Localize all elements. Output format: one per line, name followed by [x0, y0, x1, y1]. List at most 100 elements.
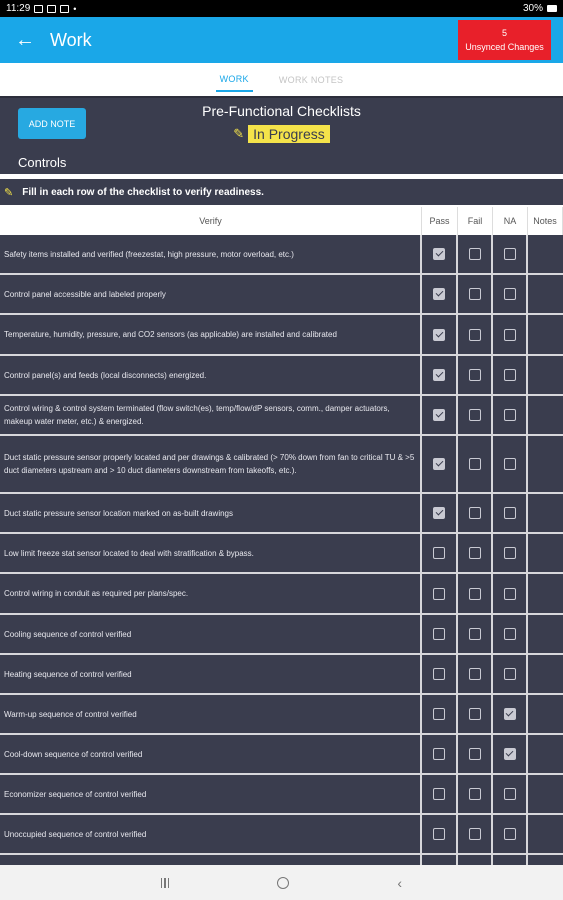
verify-item-text: Control panel accessible and labeled pro…	[0, 275, 422, 315]
recents-icon[interactable]	[160, 877, 170, 888]
notes-cell[interactable]	[528, 534, 563, 574]
notes-cell[interactable]	[528, 494, 563, 534]
na-checkbox[interactable]	[503, 587, 516, 600]
tab-bar: WORK WORK NOTES	[0, 63, 563, 96]
pass-checkbox[interactable]	[433, 288, 445, 300]
pass-checkbox[interactable]	[433, 409, 445, 421]
na-cell	[493, 494, 528, 534]
more-notifications-icon: •	[73, 3, 77, 14]
na-cell	[493, 815, 528, 855]
na-checkbox[interactable]	[503, 748, 516, 760]
home-icon[interactable]	[277, 876, 290, 889]
fail-checkbox[interactable]	[468, 369, 481, 381]
fail-checkbox[interactable]	[468, 788, 481, 800]
notes-cell[interactable]	[528, 775, 563, 815]
notes-cell[interactable]	[528, 815, 563, 855]
pass-checkbox[interactable]	[433, 708, 445, 720]
pass-checkbox[interactable]	[433, 507, 445, 519]
fail-checkbox[interactable]	[468, 587, 481, 600]
notes-cell[interactable]	[528, 235, 563, 275]
pass-cell	[422, 775, 458, 815]
na-cell	[493, 855, 528, 865]
pass-checkbox[interactable]	[433, 248, 445, 260]
pass-checkbox[interactable]	[433, 628, 445, 640]
pass-checkbox[interactable]	[433, 788, 445, 800]
notes-cell[interactable]	[528, 735, 563, 775]
back-arrow-icon[interactable]: ←	[0, 17, 50, 63]
pass-checkbox[interactable]	[433, 748, 445, 760]
pass-checkbox[interactable]	[433, 458, 445, 470]
na-checkbox[interactable]	[503, 628, 516, 640]
notification-icon	[47, 4, 57, 13]
battery-text: 30%	[522, 3, 543, 14]
na-checkbox[interactable]	[503, 507, 516, 519]
pass-checkbox[interactable]	[433, 369, 445, 381]
fail-checkbox[interactable]	[468, 668, 481, 680]
na-checkbox[interactable]	[503, 328, 516, 341]
notes-cell[interactable]	[528, 275, 563, 315]
pass-checkbox[interactable]	[433, 668, 445, 680]
pass-checkbox[interactable]	[433, 328, 445, 341]
status-badge[interactable]: In Progress	[248, 125, 330, 143]
na-cell	[493, 615, 528, 655]
na-checkbox[interactable]	[503, 458, 516, 470]
fail-checkbox[interactable]	[468, 248, 481, 260]
fail-checkbox[interactable]	[468, 288, 481, 300]
notes-cell[interactable]	[528, 436, 563, 494]
na-checkbox[interactable]	[503, 708, 516, 720]
table-row: Duct static pressure sensor location mar…	[0, 494, 563, 534]
fail-checkbox[interactable]	[468, 547, 481, 559]
notification-icon	[34, 4, 44, 13]
fail-cell	[458, 436, 493, 494]
na-cell	[493, 775, 528, 815]
fail-checkbox[interactable]	[468, 708, 481, 720]
notes-cell[interactable]	[528, 615, 563, 655]
verify-item-text: Low limit freeze stat sensor located to …	[0, 534, 422, 574]
fail-cell	[458, 534, 493, 574]
na-checkbox[interactable]	[503, 828, 516, 840]
na-checkbox[interactable]	[503, 668, 516, 680]
fail-cell	[458, 235, 493, 275]
verify-item-text: Safety items installed and verified (fre…	[0, 235, 422, 275]
notes-cell[interactable]	[528, 315, 563, 356]
pass-checkbox[interactable]	[433, 828, 445, 840]
pass-checkbox[interactable]	[433, 547, 445, 559]
notes-cell[interactable]	[528, 356, 563, 396]
pass-cell	[422, 235, 458, 275]
na-checkbox[interactable]	[503, 248, 516, 260]
checklist-title: Pre-Functional Checklists	[202, 103, 361, 119]
fail-checkbox[interactable]	[468, 628, 481, 640]
fail-cell	[458, 275, 493, 315]
back-icon[interactable]: ‹	[397, 875, 402, 891]
na-checkbox[interactable]	[503, 788, 516, 800]
na-checkbox[interactable]	[503, 409, 516, 421]
na-cell	[493, 315, 528, 356]
notes-cell[interactable]	[528, 574, 563, 615]
unsynced-changes-button[interactable]: 5 Unsynced Changes	[458, 20, 551, 60]
na-checkbox[interactable]	[503, 369, 516, 381]
fail-cell	[458, 815, 493, 855]
fail-checkbox[interactable]	[468, 828, 481, 840]
edit-icon[interactable]: ✎	[233, 126, 244, 142]
pass-cell	[422, 855, 458, 865]
fail-checkbox[interactable]	[468, 328, 481, 341]
notes-cell[interactable]	[528, 655, 563, 695]
notes-cell[interactable]	[528, 695, 563, 735]
tab-work[interactable]: WORK	[215, 68, 253, 92]
notes-cell[interactable]	[528, 396, 563, 436]
na-cell	[493, 436, 528, 494]
page-title: Work	[50, 29, 92, 50]
na-checkbox[interactable]	[503, 547, 516, 559]
pass-checkbox[interactable]	[433, 587, 445, 600]
table-row: Warm-up sequence of control verified	[0, 695, 563, 735]
table-row	[0, 855, 563, 865]
fail-checkbox[interactable]	[468, 748, 481, 760]
na-cell	[493, 534, 528, 574]
tab-work-notes[interactable]: WORK NOTES	[275, 69, 348, 91]
notification-icon	[60, 4, 70, 13]
fail-checkbox[interactable]	[468, 409, 481, 421]
fail-checkbox[interactable]	[468, 507, 481, 519]
fail-checkbox[interactable]	[468, 458, 481, 470]
na-checkbox[interactable]	[503, 288, 516, 300]
notes-cell[interactable]	[528, 855, 563, 865]
